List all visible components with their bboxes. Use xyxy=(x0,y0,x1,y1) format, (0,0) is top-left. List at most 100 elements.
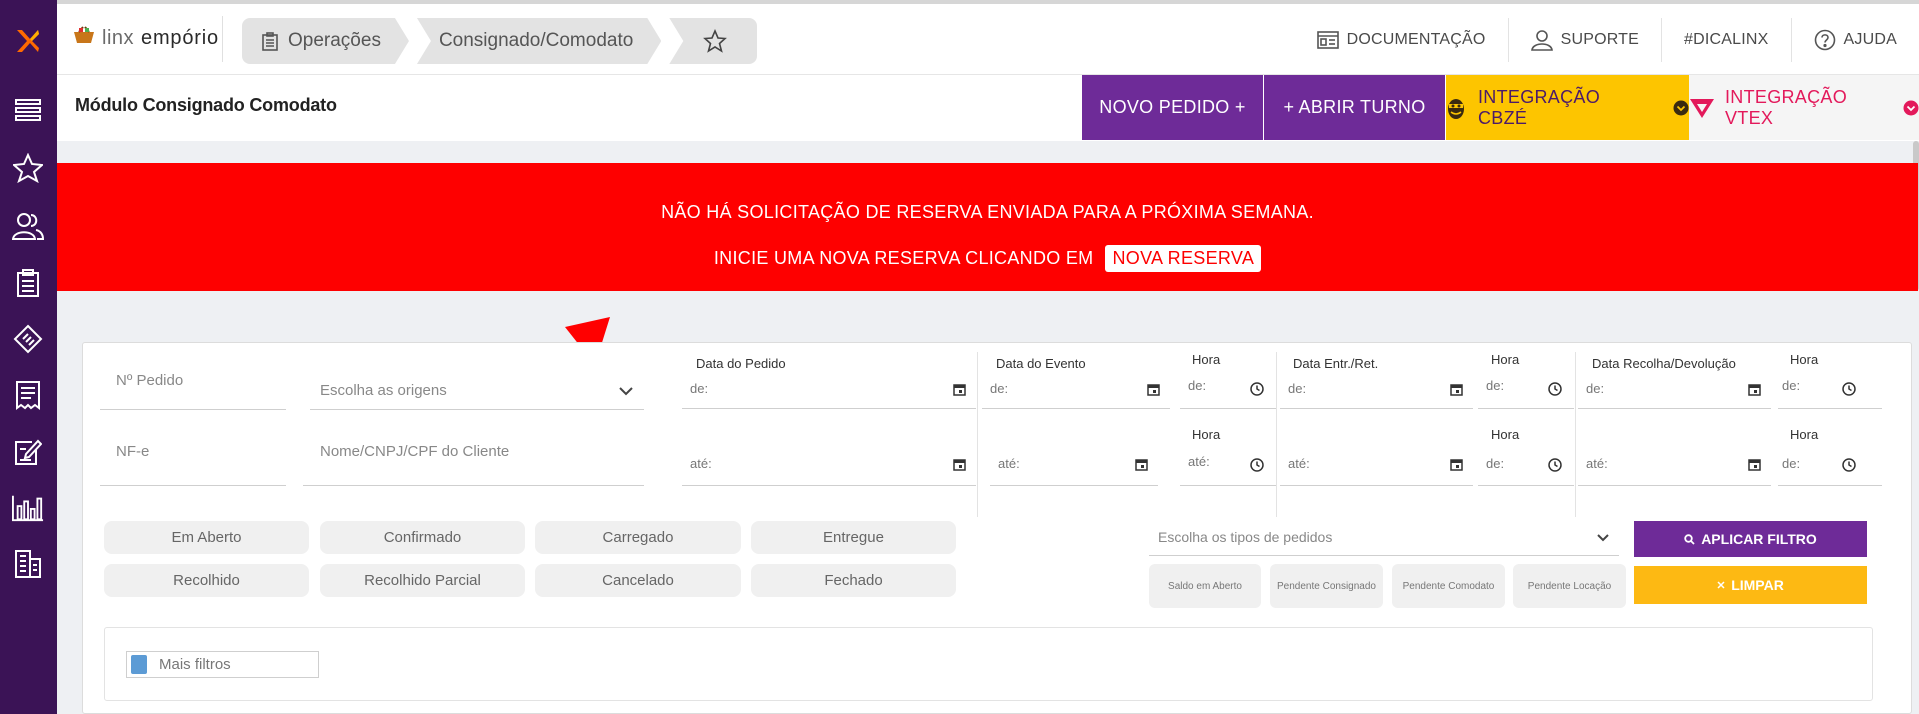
vtex-dropdown-icon[interactable] xyxy=(1903,100,1919,116)
linx-logo-icon[interactable] xyxy=(13,26,43,56)
status-pill-fechado[interactable]: Fechado xyxy=(751,564,956,597)
calendar-icon[interactable] xyxy=(1450,383,1463,401)
cbze-dropdown-icon[interactable] xyxy=(1673,100,1689,116)
user-icon xyxy=(1530,30,1553,51)
client-input[interactable]: Nome/CNPJ/CPF do Cliente xyxy=(303,432,644,486)
star-icon[interactable] xyxy=(12,152,44,184)
clock-icon[interactable] xyxy=(1250,458,1264,477)
calendar-icon[interactable] xyxy=(953,458,966,476)
status-pill-carregado[interactable]: Carregado xyxy=(535,521,741,554)
clock-icon[interactable] xyxy=(1842,458,1856,477)
edit-doc-icon[interactable] xyxy=(12,436,44,468)
pending-pill-saldo[interactable]: Saldo em Aberto xyxy=(1149,564,1261,608)
support-link[interactable]: SUPORTE xyxy=(1507,18,1661,62)
order-types-select[interactable]: Escolha os tipos de pedidos xyxy=(1149,520,1619,556)
brand-emporio: empório xyxy=(141,26,219,49)
clock-icon[interactable] xyxy=(1250,382,1264,401)
date-return-to[interactable]: até: xyxy=(1578,448,1771,486)
date-return-label: Data Recolha/Devolução xyxy=(1592,356,1736,371)
return-hour-from-label: de: xyxy=(1782,378,1801,393)
date-divider xyxy=(1575,352,1576,517)
status-pill-recolhido-parcial[interactable]: Recolhido Parcial xyxy=(320,564,525,597)
return-hour-from[interactable]: de: xyxy=(1778,371,1882,409)
event-hour-from[interactable]: de: xyxy=(1180,371,1276,409)
clipboard-icon[interactable] xyxy=(12,267,44,299)
status-pill-em-aberto[interactable]: Em Aberto xyxy=(104,521,309,554)
breadcrumb-operations[interactable]: Operações xyxy=(242,18,409,64)
date-return-from[interactable]: de: xyxy=(1578,371,1771,409)
favorite-button[interactable] xyxy=(669,18,758,64)
new-order-button[interactable]: NOVO PEDIDO + xyxy=(1082,75,1263,140)
help-link[interactable]: AJUDA xyxy=(1790,18,1919,62)
calendar-icon[interactable] xyxy=(953,383,966,401)
date-delivery-to[interactable]: até: xyxy=(1280,448,1473,486)
clock-icon[interactable] xyxy=(1548,458,1562,477)
clock-icon[interactable] xyxy=(1842,382,1856,401)
more-filters-toggle[interactable]: Mais filtros xyxy=(126,651,319,678)
delivery-hour-label: Hora xyxy=(1491,352,1520,367)
chart-icon[interactable] xyxy=(12,492,44,524)
date-event-from[interactable]: de: xyxy=(982,371,1170,409)
event-hour-to[interactable]: até: xyxy=(1180,448,1276,486)
calendar-icon[interactable] xyxy=(1147,383,1160,401)
return-hour-to[interactable]: de: xyxy=(1778,448,1882,486)
brand[interactable]: linx empório xyxy=(73,26,219,50)
event-hour-from-label: de: xyxy=(1188,378,1207,393)
delivery-hour-to[interactable]: de: xyxy=(1478,448,1574,486)
vtex-integration-button[interactable]: INTEGRAÇÃO VTEX xyxy=(1689,75,1919,140)
reservation-alert: NÃO HÁ SOLICITAÇÃO DE RESERVA ENVIADA PA… xyxy=(57,163,1918,291)
origins-select[interactable]: Escolha as origens xyxy=(310,370,644,410)
calendar-icon[interactable] xyxy=(1748,458,1761,476)
pending-pill-comodato[interactable]: Pendente Comodato xyxy=(1392,564,1505,608)
new-reservation-button[interactable]: NOVA RESERVA xyxy=(1105,245,1262,272)
users-icon[interactable] xyxy=(12,210,44,242)
nfe-input[interactable]: NF-e xyxy=(100,432,286,486)
date-divider xyxy=(977,352,978,517)
receipt-icon[interactable] xyxy=(12,379,44,411)
date-event-to-label: até: xyxy=(998,456,1020,471)
order-number-input[interactable]: Nº Pedido xyxy=(100,362,286,410)
calendar-icon[interactable] xyxy=(1135,458,1148,476)
status-pill-entregue[interactable]: Entregue xyxy=(751,521,956,554)
date-order-from[interactable]: de: xyxy=(682,371,976,409)
date-return-from-label: de: xyxy=(1586,381,1605,396)
date-event-from-label: de: xyxy=(990,381,1009,396)
apply-filter-button[interactable]: APLICAR FILTRO xyxy=(1634,521,1867,557)
building-icon[interactable] xyxy=(12,548,44,580)
dicalinx-link[interactable]: #DICALINX xyxy=(1661,18,1791,62)
pending-pill-locacao[interactable]: Pendente Locação xyxy=(1513,564,1626,608)
clock-icon[interactable] xyxy=(1548,382,1562,401)
date-delivery-to-label: até: xyxy=(1288,456,1310,471)
calendar-icon[interactable] xyxy=(1748,383,1761,401)
help-circle-icon xyxy=(1814,29,1835,51)
cbze-integration-button[interactable]: INTEGRAÇÃO CBZÉ xyxy=(1446,75,1689,140)
status-pill-cancelado[interactable]: Cancelado xyxy=(535,564,741,597)
cbze-face-icon xyxy=(1446,96,1466,120)
alert-message: NÃO HÁ SOLICITAÇÃO DE RESERVA ENVIADA PA… xyxy=(661,202,1314,222)
clear-filter-button[interactable]: LIMPAR xyxy=(1634,566,1867,604)
date-order-to[interactable]: até: xyxy=(682,448,976,486)
pending-pill-consignado[interactable]: Pendente Consignado xyxy=(1270,564,1383,608)
open-shift-button[interactable]: + ABRIR TURNO xyxy=(1264,75,1445,140)
return-hour2-label: Hora xyxy=(1790,427,1819,442)
alert-instruction: INICIE UMA NOVA RESERVA CLICANDO EM NOVA… xyxy=(57,245,1918,272)
calendar-icon[interactable] xyxy=(1450,458,1463,476)
event-hour-label: Hora xyxy=(1192,352,1221,367)
toggle-switch[interactable] xyxy=(131,655,147,674)
date-return-to-label: até: xyxy=(1586,456,1608,471)
ticket-icon[interactable] xyxy=(12,323,44,355)
top-bar: linx empório Operações Consignado/Comoda… xyxy=(57,4,1919,75)
date-delivery-from[interactable]: de: xyxy=(1280,371,1473,409)
alert-instruction-text: INICIE UMA NOVA RESERVA CLICANDO EM xyxy=(713,248,1094,268)
menu-icon[interactable] xyxy=(12,94,44,126)
delivery-hour-from[interactable]: de: xyxy=(1478,371,1574,409)
close-icon xyxy=(1717,581,1725,589)
documentation-link[interactable]: DOCUMENTAÇÃO xyxy=(1295,18,1508,62)
date-event-to[interactable]: até: xyxy=(990,448,1158,486)
client-placeholder: Nome/CNPJ/CPF do Cliente xyxy=(320,443,510,460)
status-pill-recolhido[interactable]: Recolhido xyxy=(104,564,309,597)
help-label: AJUDA xyxy=(1843,31,1897,48)
more-filters-label: Mais filtros xyxy=(159,656,231,673)
status-pill-confirmado[interactable]: Confirmado xyxy=(320,521,525,554)
breadcrumb-consignado[interactable]: Consignado/Comodato xyxy=(417,18,661,64)
